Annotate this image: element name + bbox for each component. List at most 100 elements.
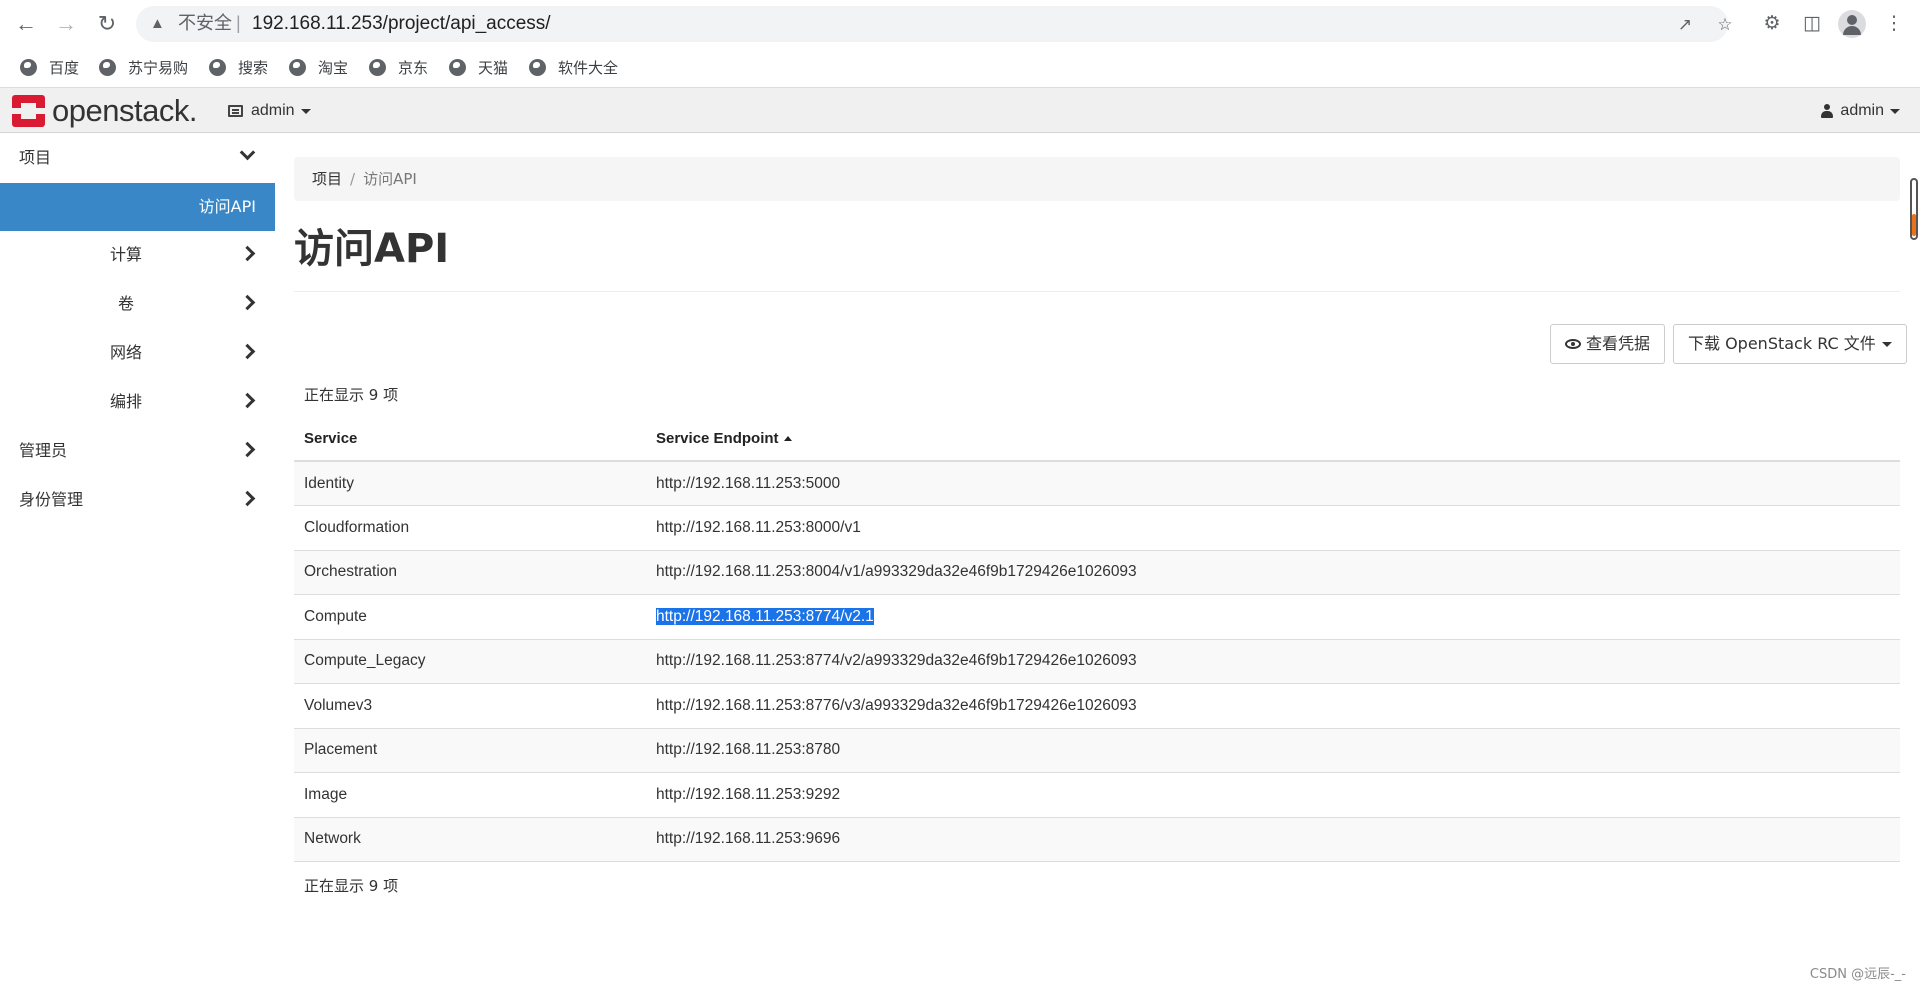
browser-toolbar: ← → ↻ ▲ 不安全 | 192.168.11.253/project/api…	[0, 0, 1920, 48]
eye-icon	[1565, 339, 1581, 349]
breadcrumb-item-project[interactable]: 项目	[312, 170, 342, 188]
column-header-endpoint[interactable]: Service Endpoint	[646, 417, 1900, 462]
service-cell: Network	[294, 816, 646, 862]
service-cell: Volumev3	[294, 683, 646, 728]
chevron-right-icon	[239, 343, 256, 360]
user-icon	[1821, 104, 1834, 118]
project-dropdown[interactable]: admin	[228, 101, 311, 121]
share-icon[interactable]: ↗	[1674, 14, 1696, 36]
extensions-puzzle-icon[interactable]: ⚙	[1758, 10, 1786, 38]
warning-triangle-icon: ▲	[150, 15, 165, 32]
caret-down-icon	[300, 108, 311, 114]
table-row: Compute_Legacy http://192.168.11.253:877…	[294, 638, 1900, 684]
sidebar-item-label: 项目	[19, 148, 52, 167]
item-count-top: 正在显示 9 项	[304, 386, 399, 404]
table-header-row: Service Service Endpoint	[294, 417, 1900, 462]
api-endpoints-table: Service Service Endpoint Identity http:/…	[294, 417, 1900, 862]
breadcrumb-separator: /	[350, 170, 356, 188]
table-row: Cloudformation http://192.168.11.253:800…	[294, 505, 1900, 550]
watermark-text: CSDN @远辰-_-	[1809, 967, 1906, 982]
endpoint-cell: http://192.168.11.253:8780	[646, 727, 1900, 773]
bookmark-item[interactable]: 搜索	[209, 56, 268, 78]
sidebar-item-admin[interactable]: 管理员	[0, 427, 275, 475]
sidebar-item-identity[interactable]: 身份管理	[0, 476, 275, 524]
back-arrow-icon[interactable]: ←	[12, 10, 40, 38]
service-cell: Image	[294, 772, 646, 817]
download-rc-button[interactable]: 下载 OpenStack RC 文件	[1673, 324, 1907, 364]
address-bar[interactable]: ▲ 不安全 | 192.168.11.253/project/api_acces…	[136, 6, 1733, 42]
sidebar-item-label: 计算	[110, 245, 143, 264]
profile-avatar-icon[interactable]	[1838, 10, 1866, 38]
globe-icon	[529, 58, 546, 76]
endpoint-cell: http://192.168.11.253:9696	[646, 816, 1900, 862]
url-text[interactable]: 192.168.11.253/project/api_access/	[252, 14, 551, 34]
endpoint-cell: http://192.168.11.253:8774/v2/a993329da3…	[646, 638, 1900, 684]
sidebar-item-label: 卷	[118, 294, 135, 313]
project-name: admin	[251, 102, 295, 119]
sidebar-item-label: 编排	[110, 392, 143, 411]
forward-arrow-icon[interactable]: →	[52, 10, 80, 38]
address-separator: |	[236, 13, 241, 33]
side-panel-icon[interactable]: ◫	[1798, 10, 1826, 38]
breadcrumb: 项目 / 访问API	[294, 157, 1900, 201]
sidebar-item-label: 管理员	[19, 441, 68, 460]
endpoint-cell: http://192.168.11.253:9292	[646, 772, 1900, 817]
chevron-right-icon	[239, 245, 256, 262]
openstack-logo-text[interactable]: openstack.	[52, 94, 197, 128]
globe-icon	[99, 58, 116, 76]
reload-icon[interactable]: ↻	[93, 10, 121, 38]
sidebar-item-api-access[interactable]: 访问API	[0, 183, 275, 231]
bookmark-item[interactable]: 淘宝	[289, 56, 348, 78]
caret-down-icon	[1881, 341, 1892, 347]
service-cell: Orchestration	[294, 549, 646, 595]
sidebar-item-label: 身份管理	[19, 490, 84, 509]
sidebar-item-label: 网络	[110, 343, 143, 362]
sidebar-item-orchestration[interactable]: 编排	[0, 378, 275, 426]
table-row: Network http://192.168.11.253:9696	[294, 816, 1900, 862]
service-cell: Compute_Legacy	[294, 638, 646, 684]
sidebar-item-project[interactable]: 项目	[0, 134, 275, 182]
chevron-right-icon	[239, 441, 256, 458]
bookmark-item[interactable]: 软件大全	[529, 56, 618, 78]
user-name: admin	[1840, 102, 1884, 119]
sidebar-item-volumes[interactable]: 卷	[0, 280, 275, 328]
table-row: Orchestration http://192.168.11.253:8004…	[294, 549, 1900, 595]
globe-icon	[20, 58, 37, 76]
bookmark-item[interactable]: 天猫	[449, 56, 508, 78]
globe-icon	[449, 58, 466, 76]
page-scrollbar[interactable]	[1908, 176, 1920, 990]
service-cell: Cloudformation	[294, 505, 646, 550]
view-credentials-label: 查看凭据	[1586, 334, 1651, 353]
sidebar-item-label: 访问API	[198, 197, 256, 216]
project-list-icon	[228, 105, 243, 117]
sidebar-item-network[interactable]: 网络	[0, 329, 275, 377]
openstack-navbar: openstack. admin admin	[0, 87, 1920, 133]
scrollbar-thumb[interactable]	[1910, 178, 1918, 240]
main-content: 项目 / 访问API 访问API 查看凭据 下载 OpenStack RC 文件 正…	[294, 134, 1907, 990]
service-cell: Compute	[294, 594, 646, 639]
column-header-service[interactable]: Service	[294, 417, 646, 462]
user-dropdown[interactable]: admin	[1821, 101, 1900, 121]
chevron-right-icon	[239, 490, 256, 507]
view-credentials-button[interactable]: 查看凭据	[1550, 324, 1666, 364]
bookmark-star-icon[interactable]: ☆	[1714, 14, 1736, 36]
sidebar-item-compute[interactable]: 计算	[0, 231, 275, 279]
openstack-logo-icon[interactable]	[12, 95, 45, 127]
caret-down-icon	[1890, 108, 1900, 114]
selected-endpoint-text[interactable]: http://192.168.11.253:8774/v2.1	[656, 607, 874, 625]
insecure-label: 不安全	[178, 13, 232, 34]
more-menu-icon[interactable]: ⋮	[1880, 10, 1908, 38]
breadcrumb-item-current: 访问API	[363, 170, 417, 188]
item-count-bottom: 正在显示 9 项	[304, 877, 399, 895]
table-row: Image http://192.168.11.253:9292	[294, 772, 1900, 817]
bookmark-item[interactable]: 京东	[369, 56, 428, 78]
bookmark-item[interactable]: 百度	[20, 56, 79, 78]
table-row: Compute http://192.168.11.253:8774/v2.1	[294, 594, 1900, 639]
bookmarks-bar: 百度 苏宁易购 搜索 淘宝 京东 天猫 软件大全	[0, 48, 1920, 86]
chevron-right-icon	[239, 294, 256, 311]
bookmark-item[interactable]: 苏宁易购	[99, 56, 188, 78]
title-divider	[294, 291, 1900, 292]
service-cell: Placement	[294, 727, 646, 773]
table-row: Volumev3 http://192.168.11.253:8776/v3/a…	[294, 683, 1900, 728]
endpoint-cell: http://192.168.11.253:8774/v2.1	[646, 594, 1900, 639]
